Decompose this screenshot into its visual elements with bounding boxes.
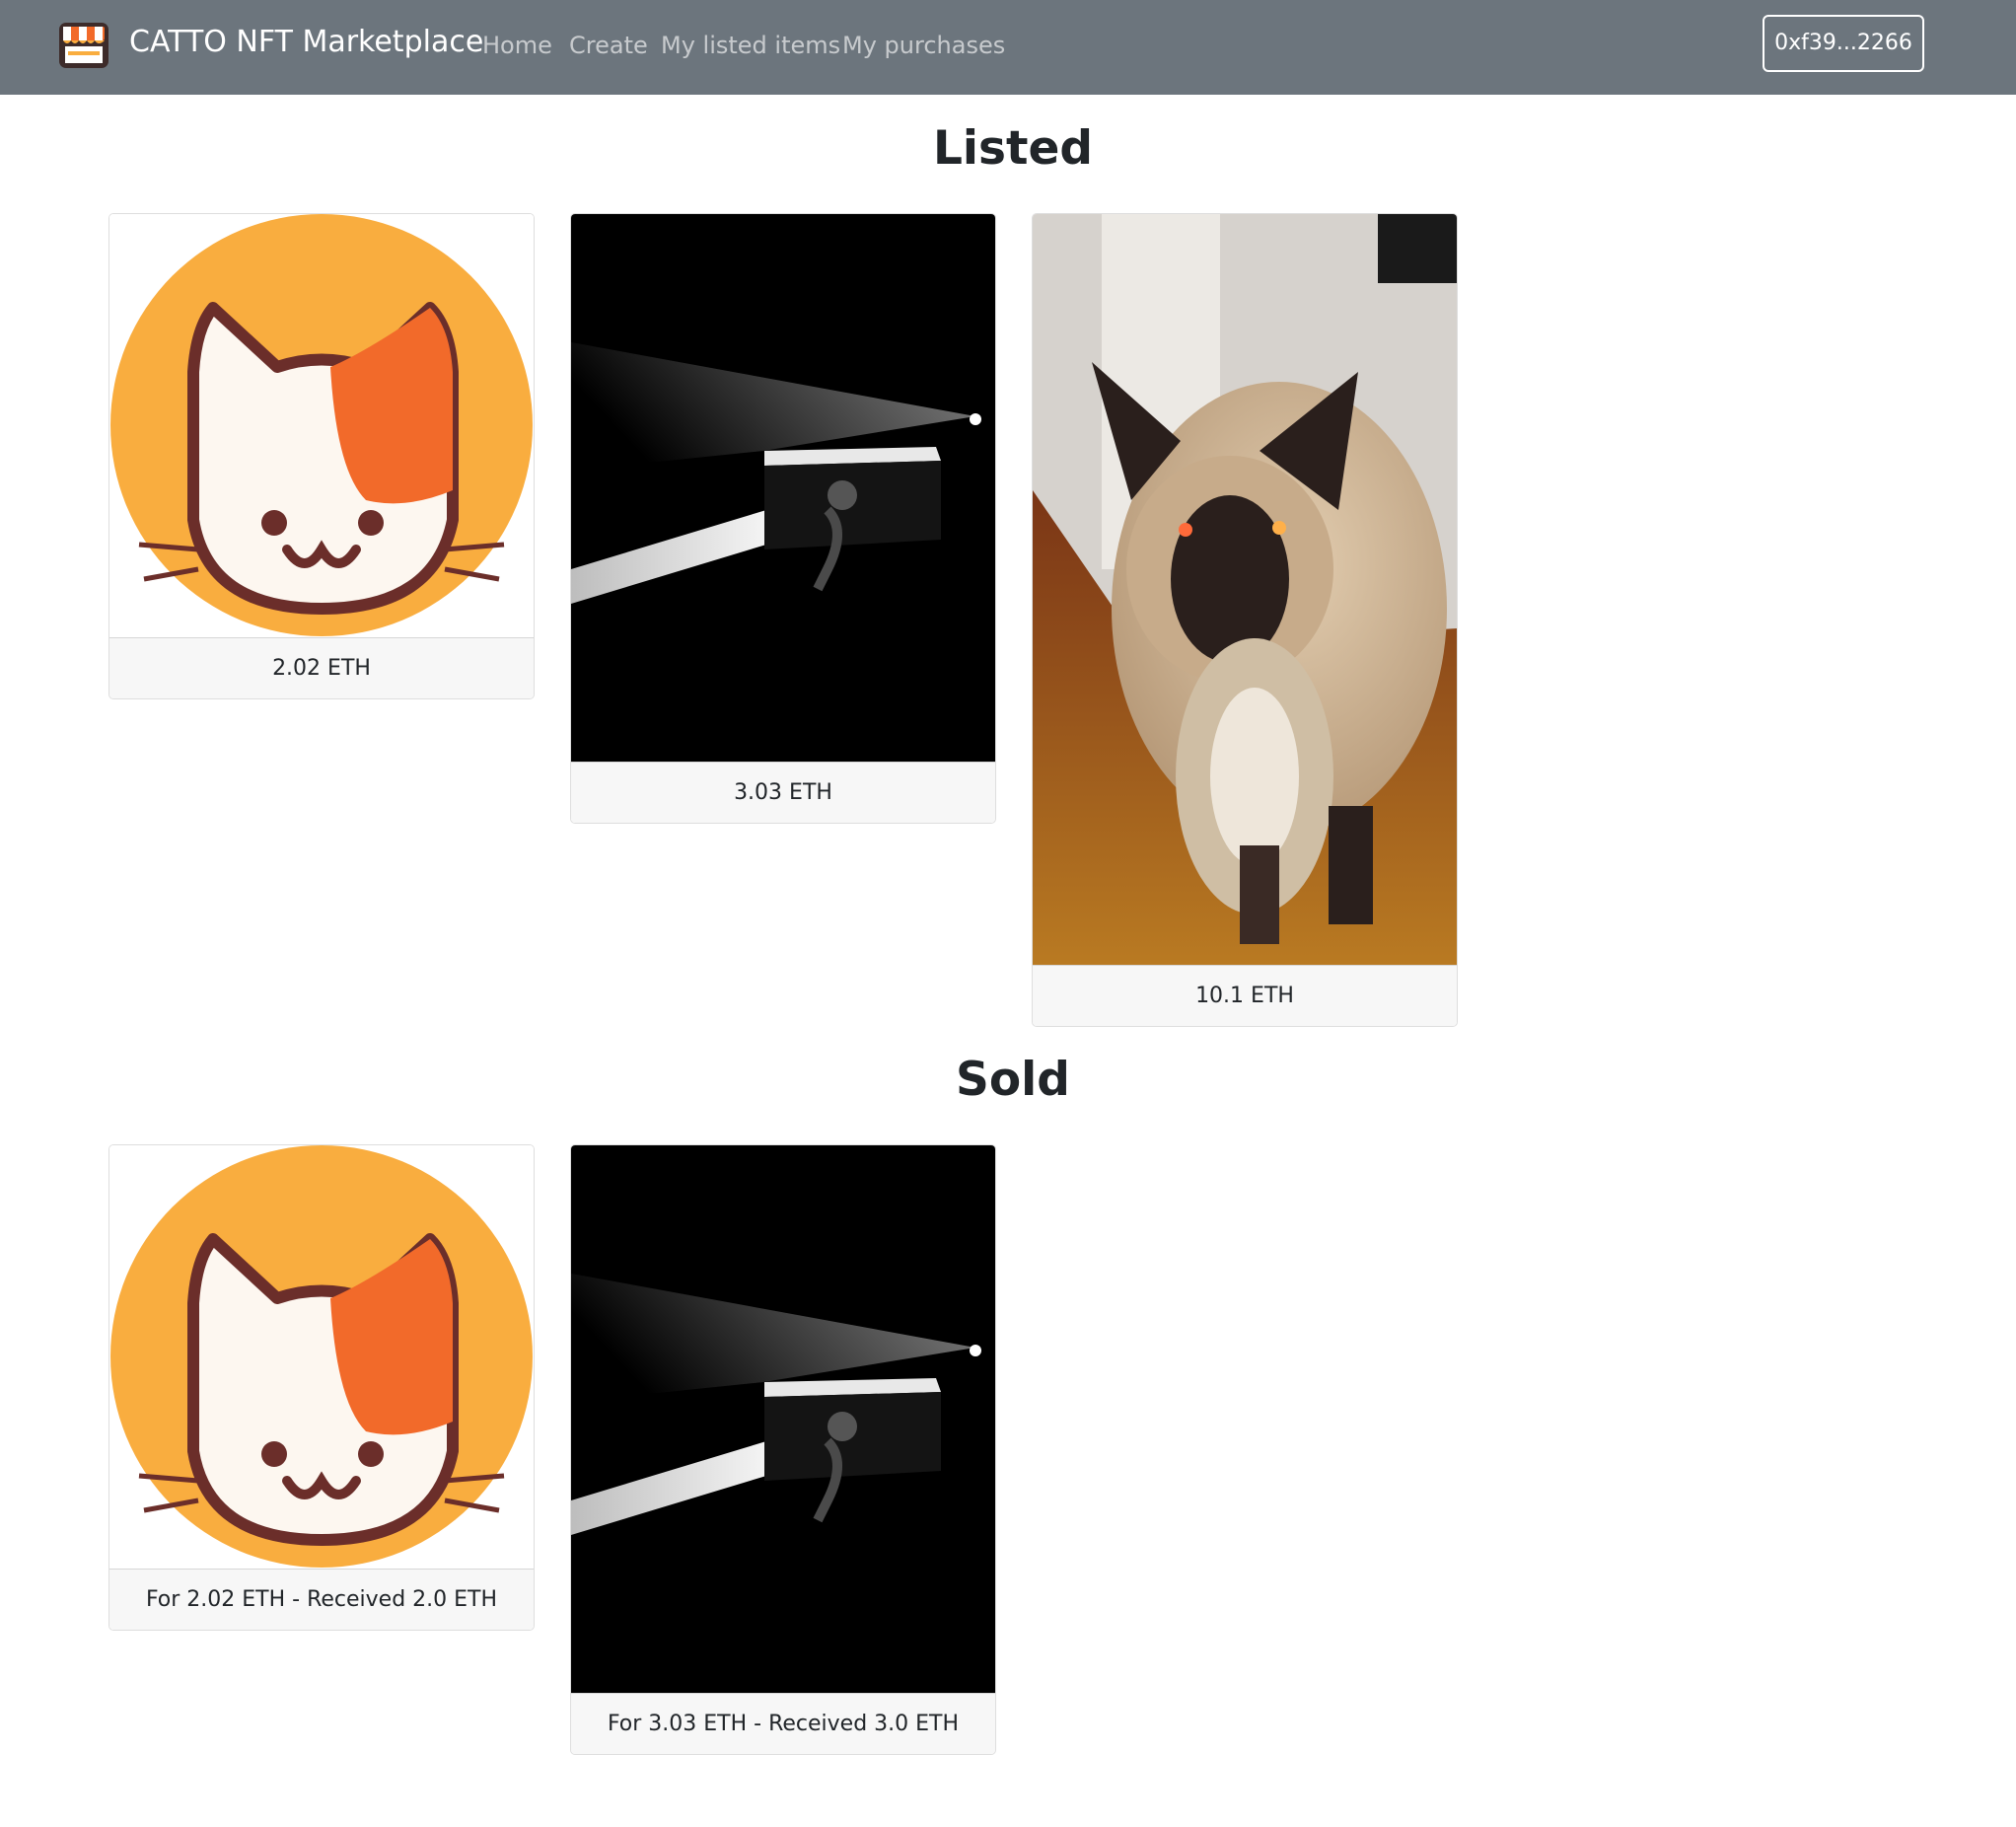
price-label: 10.1 ETH bbox=[1033, 965, 1457, 1026]
nav-create[interactable]: Create bbox=[569, 28, 648, 63]
listed-card[interactable]: 3.03 ETH bbox=[570, 213, 996, 824]
brand-title[interactable]: CATTO NFT Marketplace bbox=[129, 22, 483, 63]
sold-card[interactable]: For 3.03 ETH - Received 3.0 ETH bbox=[570, 1144, 996, 1755]
dark-spotlight-image bbox=[571, 214, 995, 762]
listed-card[interactable]: 10.1 ETH bbox=[1032, 213, 1458, 1027]
cat-logo-image bbox=[109, 1145, 534, 1569]
price-label: 3.03 ETH bbox=[571, 762, 995, 823]
sold-caption: For 2.02 ETH - Received 2.0 ETH bbox=[109, 1569, 534, 1630]
nav-my-purchases[interactable]: My purchases bbox=[842, 28, 1005, 63]
nav-home[interactable]: Home bbox=[482, 28, 552, 63]
sold-caption: For 3.03 ETH - Received 3.0 ETH bbox=[571, 1693, 995, 1754]
wallet-address-button[interactable]: 0xf39...2266 bbox=[1763, 15, 1924, 72]
listed-heading: Listed bbox=[932, 121, 1094, 176]
sold-card[interactable]: For 2.02 ETH - Received 2.0 ETH bbox=[108, 1144, 535, 1631]
navbar: CATTO NFT Marketplace Home Create My lis… bbox=[0, 0, 2016, 95]
cat-logo-image bbox=[109, 214, 534, 637]
nav-my-listed-items[interactable]: My listed items bbox=[661, 28, 840, 63]
listed-card[interactable]: 2.02 ETH bbox=[108, 213, 535, 699]
dark-spotlight-image bbox=[571, 1145, 995, 1693]
siamese-cat-photo bbox=[1033, 214, 1457, 965]
store-logo-icon[interactable] bbox=[58, 22, 109, 69]
price-label: 2.02 ETH bbox=[109, 637, 534, 698]
sold-heading: Sold bbox=[956, 1053, 1070, 1107]
